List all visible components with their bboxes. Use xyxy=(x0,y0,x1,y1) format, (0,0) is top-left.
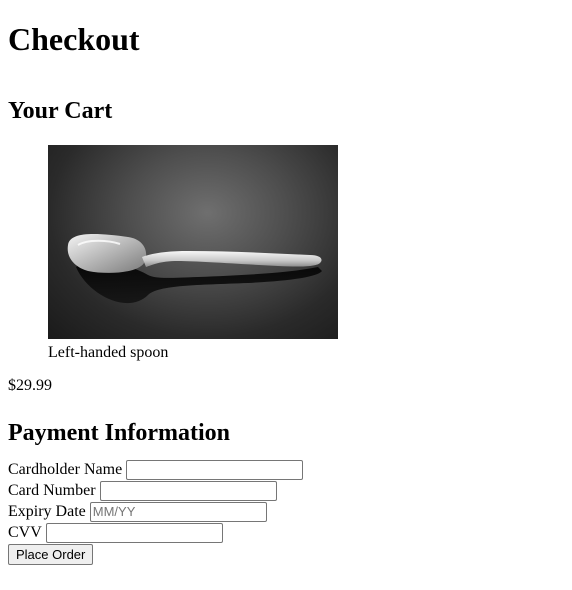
payment-form: Cardholder Name Card Number Expiry Date … xyxy=(8,459,564,565)
expiry-date-label: Expiry Date xyxy=(8,503,86,520)
product-image xyxy=(48,145,338,339)
place-order-button[interactable]: Place Order xyxy=(8,544,94,565)
product-price: $29.99 xyxy=(8,377,52,394)
payment-heading: Payment Information xyxy=(8,420,230,446)
expiry-date-row: Expiry Date xyxy=(8,501,564,522)
cvv-input[interactable] xyxy=(45,522,223,543)
cvv-row: CVV xyxy=(8,522,564,543)
cardholder-name-row: Cardholder Name xyxy=(8,459,564,480)
product-caption: Left-handed spoon xyxy=(48,344,169,361)
cardholder-name-label: Cardholder Name xyxy=(8,461,123,478)
spoon-photo xyxy=(67,234,322,304)
cvv-label: CVV xyxy=(8,524,42,541)
card-number-input[interactable] xyxy=(99,480,277,501)
expiry-date-input[interactable] xyxy=(89,501,267,522)
cart-item: Left-handed spoon xyxy=(48,145,338,363)
page-title: Checkout xyxy=(8,21,140,57)
checkout-page: Checkout Your Cart Left-handed spoon $29… xyxy=(0,0,572,565)
card-number-label: Card Number xyxy=(8,482,96,499)
submit-row: Place Order xyxy=(8,544,564,565)
cardholder-name-input[interactable] xyxy=(126,459,304,480)
card-number-row: Card Number xyxy=(8,480,564,501)
cart-heading: Your Cart xyxy=(8,98,113,124)
